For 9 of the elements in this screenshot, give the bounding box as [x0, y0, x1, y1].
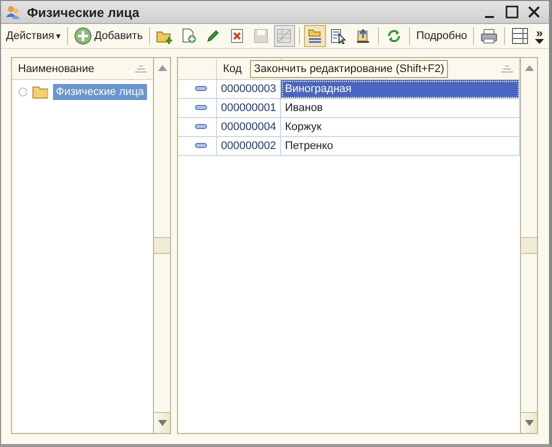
- table-cell: Петренко: [281, 137, 520, 156]
- table-cell: 000000002: [217, 137, 281, 156]
- tooltip: Закончить редактирование (Shift+F2): [250, 60, 448, 78]
- table-cell: 000000001: [217, 99, 281, 118]
- table-cell: Виноградная: [281, 80, 520, 99]
- table-cell: 000000004: [217, 118, 281, 137]
- table-cell: Иванов: [281, 99, 520, 118]
- table-cell: Коржук: [281, 118, 520, 137]
- window-title: Физические лица: [27, 4, 140, 20]
